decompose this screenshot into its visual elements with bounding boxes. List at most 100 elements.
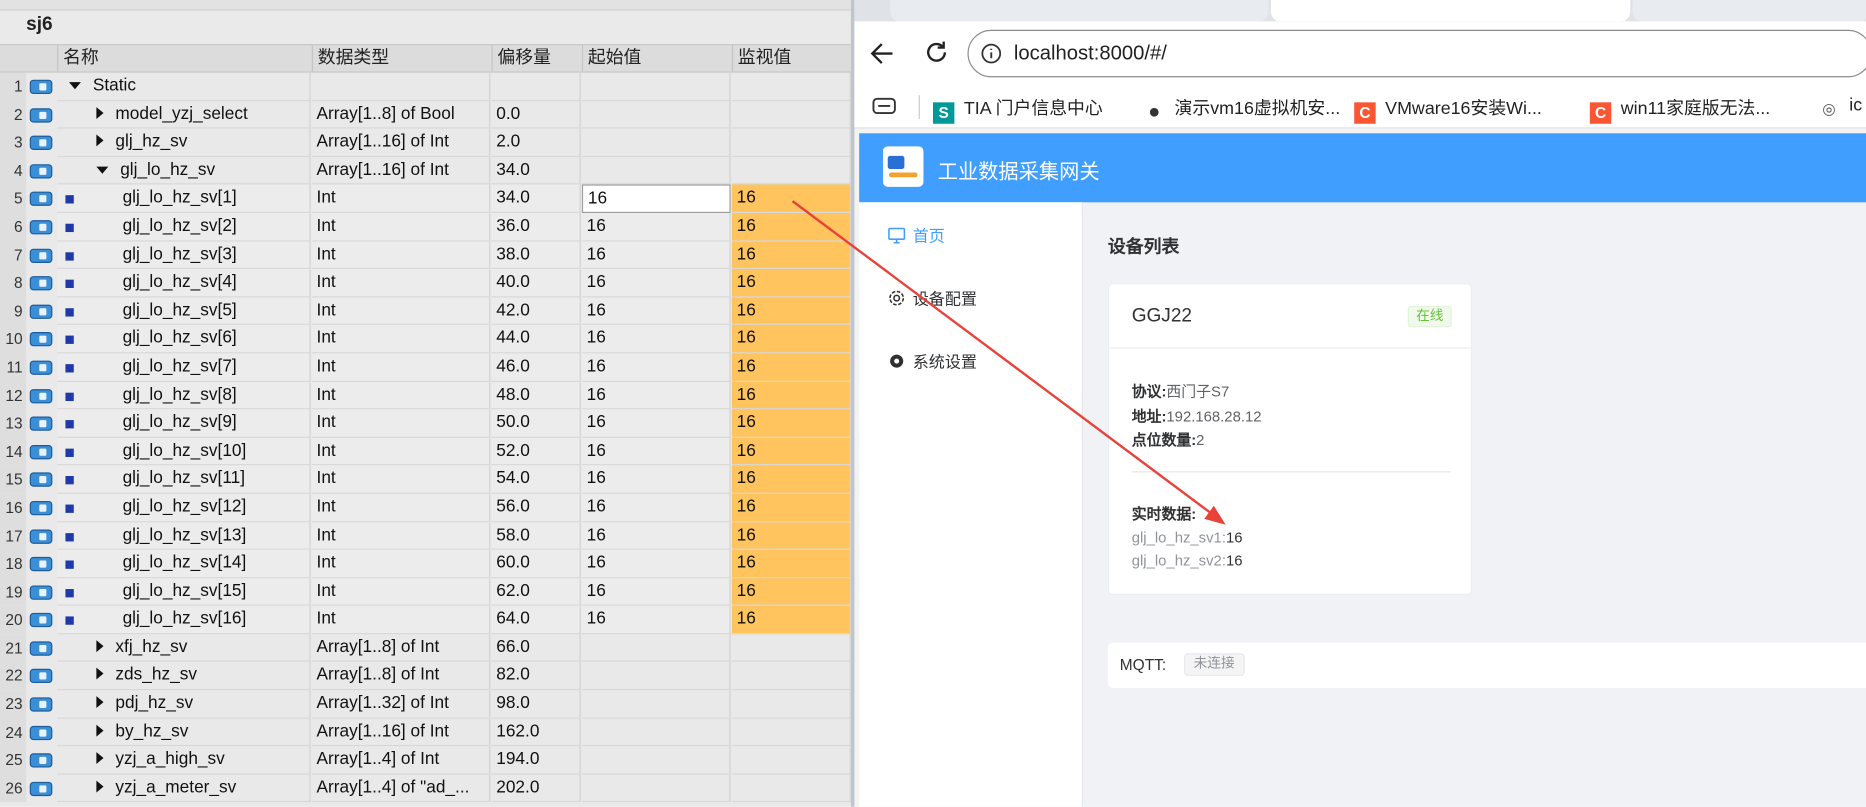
cell-start-value[interactable]: 16: [581, 241, 731, 270]
expand-icon[interactable]: [96, 780, 104, 793]
cell-type[interactable]: Int: [311, 212, 491, 242]
table-row[interactable]: 15 glj_lo_hz_sv[11] Int 54.0 16 16: [0, 465, 851, 494]
tab-inactive-2[interactable]: [1632, 0, 1866, 22]
cell-start-value[interactable]: 16: [581, 269, 731, 298]
cell-start-value[interactable]: [581, 100, 731, 129]
expand-icon[interactable]: [96, 668, 104, 681]
cell-type[interactable]: Array[1..16] of Int: [311, 128, 491, 157]
cell-type[interactable]: Int: [311, 493, 491, 522]
table-row[interactable]: 17 glj_lo_hz_sv[13] Int 58.0 16 16: [0, 521, 851, 550]
bookmark-item[interactable]: C VMware16安装Wi...: [1354, 95, 1542, 124]
cell-name[interactable]: glj_lo_hz_sv[16]: [57, 606, 311, 635]
cell-type[interactable]: Int: [311, 241, 491, 270]
cell-name[interactable]: glj_lo_hz_sv[6]: [57, 325, 311, 354]
cell-type[interactable]: Int: [311, 297, 491, 326]
table-row[interactable]: 2 model_yzj_select Array[1..8] of Bool 0.0: [0, 100, 851, 129]
expand-icon[interactable]: [96, 696, 104, 709]
cell-name[interactable]: xfj_hz_sv: [57, 634, 311, 663]
table-row[interactable]: 7 glj_lo_hz_sv[3] Int 38.0 16 16: [0, 241, 851, 270]
cell-type[interactable]: Int: [311, 409, 491, 438]
expand-icon[interactable]: [96, 640, 104, 652]
cell-start-value[interactable]: 16: [581, 577, 731, 607]
tab-active[interactable]: [1270, 0, 1631, 22]
cell-start-value[interactable]: [581, 156, 731, 185]
cell-start-value[interactable]: 16: [581, 212, 731, 242]
cell-start-value[interactable]: 16: [581, 493, 731, 522]
cell-type[interactable]: Int: [311, 577, 491, 607]
table-row[interactable]: 1 Static: [0, 72, 851, 101]
cell-start-value[interactable]: 16: [581, 381, 731, 410]
cell-name[interactable]: glj_hz_sv: [57, 128, 311, 157]
cell-type[interactable]: Array[1..4] of "ad_...: [311, 774, 491, 803]
table-row[interactable]: 18 glj_lo_hz_sv[14] Int 60.0 16 16: [0, 549, 851, 578]
reload-icon[interactable]: [923, 39, 949, 65]
cell-type[interactable]: Int: [311, 353, 491, 382]
table-row[interactable]: 24 by_hz_sv Array[1..16] of Int 162.0: [0, 718, 851, 747]
cell-type[interactable]: Int: [311, 465, 491, 494]
table-row[interactable]: 3 glj_hz_sv Array[1..16] of Int 2.0: [0, 128, 851, 157]
cell-name[interactable]: yzj_a_high_sv: [57, 746, 311, 775]
collapse-icon[interactable]: [69, 82, 81, 90]
cell-name[interactable]: glj_lo_hz_sv[13]: [57, 521, 311, 550]
cell-type[interactable]: Array[1..8] of Bool: [311, 100, 491, 129]
col-start-value[interactable]: 起始值: [581, 45, 732, 72]
cell-type[interactable]: Int: [311, 549, 491, 578]
cell-name[interactable]: glj_lo_hz_sv[5]: [57, 297, 311, 326]
cell-start-value[interactable]: [581, 746, 731, 775]
cell-start-value[interactable]: 16: [581, 465, 731, 494]
tab-search-icon[interactable]: [872, 96, 896, 115]
cell-name[interactable]: glj_lo_hz_sv[4]: [57, 269, 311, 298]
cell-name[interactable]: yzj_a_meter_sv: [57, 774, 311, 803]
cell-type[interactable]: Int: [311, 269, 491, 298]
cell-type[interactable]: Int: [311, 521, 491, 550]
table-row[interactable]: 8 glj_lo_hz_sv[4] Int 40.0 16 16: [0, 269, 851, 298]
expand-icon[interactable]: [96, 106, 104, 119]
table-row[interactable]: 5 glj_lo_hz_sv[1] Int 34.0 16 16: [0, 184, 851, 213]
back-icon[interactable]: [869, 40, 895, 66]
bookmark-item[interactable]: ◎ ic: [1818, 95, 1862, 120]
cell-name[interactable]: glj_lo_hz_sv[2]: [57, 212, 311, 242]
cell-name[interactable]: glj_lo_hz_sv[14]: [57, 549, 311, 578]
cell-type[interactable]: Int: [311, 606, 491, 635]
cell-type[interactable]: Int: [311, 437, 491, 466]
table-row[interactable]: 6 glj_lo_hz_sv[2] Int 36.0 16 16: [0, 212, 851, 242]
collapse-icon[interactable]: [96, 166, 109, 174]
table-row[interactable]: 9 glj_lo_hz_sv[5] Int 42.0 16 16: [0, 297, 851, 326]
menu-item-device-config[interactable]: 设备配置: [888, 286, 977, 310]
cell-start-value[interactable]: 16: [581, 606, 731, 635]
cell-name[interactable]: glj_lo_hz_sv[1]: [57, 184, 311, 213]
tab-inactive[interactable]: [890, 0, 1269, 22]
table-row[interactable]: 21 xfj_hz_sv Array[1..8] of Int 66.0: [0, 634, 851, 663]
table-row[interactable]: 4 glj_lo_hz_sv Array[1..16] of Int 34.0: [0, 156, 851, 185]
cell-name[interactable]: glj_lo_hz_sv: [57, 156, 311, 185]
table-row[interactable]: 11 glj_lo_hz_sv[7] Int 46.0 16 16: [0, 353, 851, 382]
cell-name[interactable]: glj_lo_hz_sv[3]: [57, 241, 311, 270]
cell-name[interactable]: glj_lo_hz_sv[8]: [57, 381, 311, 410]
device-card[interactable]: GGJ22 在线 协议:西门子S7 地址:192.168.28.12 点位数量:…: [1107, 283, 1474, 595]
cell-start-value[interactable]: [581, 634, 731, 663]
cell-type[interactable]: [311, 72, 491, 101]
table-row[interactable]: 26 yzj_a_meter_sv Array[1..4] of "ad_... 20…: [0, 774, 851, 803]
omnibox[interactable]: localhost:8000/#/: [967, 29, 1866, 78]
expand-icon[interactable]: [96, 724, 104, 737]
cell-start-value[interactable]: 16: [581, 297, 731, 326]
cell-name[interactable]: pdj_hz_sv: [57, 690, 311, 719]
cell-start-value[interactable]: [581, 72, 731, 101]
expand-icon[interactable]: [96, 134, 104, 147]
cell-name[interactable]: by_hz_sv: [57, 718, 311, 747]
cell-type[interactable]: Int: [311, 381, 491, 410]
cell-name[interactable]: glj_lo_hz_sv[7]: [57, 353, 311, 382]
bookmark-item[interactable]: ● 演示vm16虚拟机安...: [1144, 95, 1340, 122]
table-row[interactable]: 13 glj_lo_hz_sv[9] Int 50.0 16 16: [0, 409, 851, 438]
cell-name[interactable]: Static: [57, 72, 311, 101]
expand-icon[interactable]: [96, 752, 104, 765]
cell-start-value[interactable]: 16: [581, 184, 731, 213]
cell-start-value[interactable]: 16: [581, 549, 731, 578]
cell-type[interactable]: Int: [311, 325, 491, 354]
col-offset[interactable]: 偏移量: [491, 45, 581, 72]
table-row[interactable]: 23 pdj_hz_sv Array[1..32] of Int 98.0: [0, 690, 851, 719]
cell-name[interactable]: zds_hz_sv: [57, 662, 311, 691]
cell-start-value[interactable]: [581, 662, 731, 691]
col-name[interactable]: 名称: [57, 45, 312, 72]
cell-start-value[interactable]: 16: [581, 325, 731, 354]
